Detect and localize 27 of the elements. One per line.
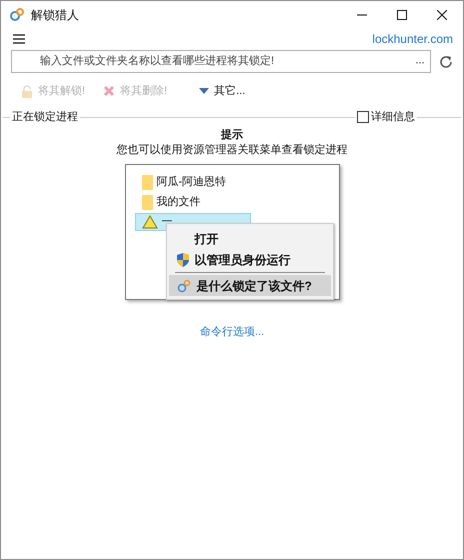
file-path-field[interactable]: 输入文件或文件夹名称以查看哪些进程将其锁定! ··· <box>11 50 431 73</box>
window-title: 解锁猎人 <box>31 7 79 24</box>
shield-icon <box>176 252 188 266</box>
close-icon[interactable] <box>437 10 447 20</box>
more-button[interactable]: 其它... <box>199 82 246 100</box>
warning-icon <box>142 215 158 229</box>
hint-text: 您也可以使用资源管理器关联菜单查看锁定进程 <box>116 143 348 158</box>
app-logo-icon <box>9 7 25 23</box>
folder-icon <box>142 194 152 210</box>
command-line-options-link[interactable]: 命令行选项... <box>200 324 264 340</box>
context-menu-item[interactable]: 以管理员身份运行 <box>168 249 330 270</box>
lock-icon <box>21 84 33 98</box>
folder-icon <box>142 174 152 190</box>
file-item: 我的文件 <box>136 193 252 211</box>
refresh-icon[interactable] <box>439 54 453 68</box>
section-title: 正在锁定进程 <box>11 110 79 125</box>
browse-button[interactable]: ··· <box>415 52 424 70</box>
maximize-icon[interactable] <box>397 10 407 20</box>
file-item: 阿瓜-阿迪恩特 <box>136 173 252 191</box>
context-menu-item[interactable]: 是什么锁定了该文件? <box>168 275 330 296</box>
website-link[interactable]: lockhunter.com <box>372 30 453 48</box>
caret-icon <box>199 88 210 94</box>
menu-icon[interactable] <box>13 34 25 44</box>
context-menu-item[interactable]: 打开 <box>168 228 330 249</box>
hint-title: 提示 <box>221 128 243 143</box>
details-checkbox[interactable]: 详细信息 <box>355 108 417 126</box>
cross-icon <box>103 85 116 97</box>
